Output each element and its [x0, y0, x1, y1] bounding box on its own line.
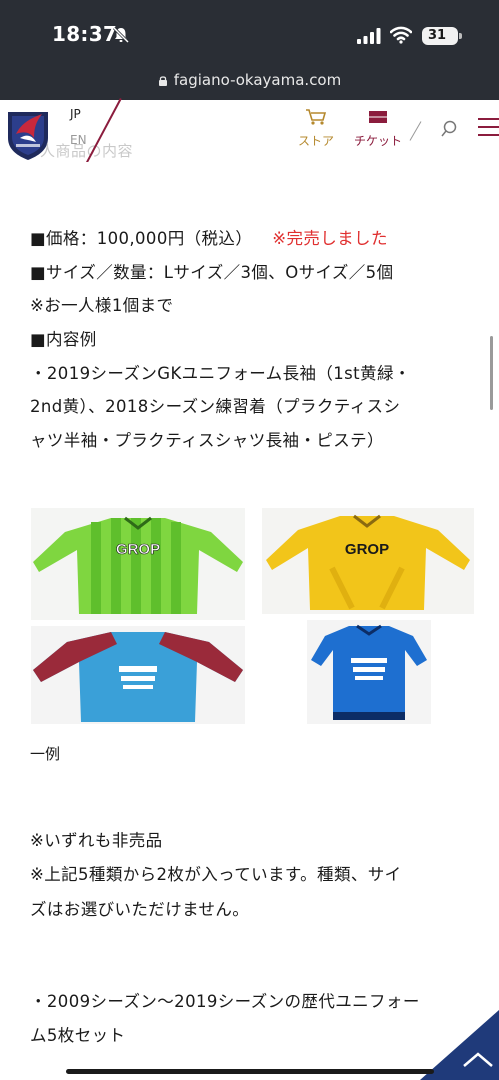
image-caption: 一例 [30, 745, 61, 763]
sold-out-notice: ※完売しました [272, 229, 388, 248]
lang-jp-link[interactable]: JP [70, 107, 81, 121]
nav-ticket-label: チケット [353, 134, 402, 148]
note-line: ※上記5種類から2枚が入っています。種類、サイ [30, 865, 402, 884]
contents-line: 2nd黄）、2018シーズン練習着（プラクティスシ [30, 397, 401, 416]
status-bar: 18:37 31 [0, 0, 499, 68]
hamburger-menu-icon[interactable] [478, 118, 499, 138]
sponsor-text: GROP [345, 541, 389, 558]
piste-image [307, 620, 431, 724]
bell-off-icon [112, 26, 130, 44]
lock-icon [158, 76, 167, 86]
price-text: ■価格：100,000円（税込） [30, 229, 253, 248]
url-bar[interactable]: fagiano-okayama.com [0, 66, 499, 94]
yellow-gk-shirt-image: GROP [262, 508, 474, 614]
search-icon[interactable] [440, 120, 458, 138]
cellular-signal-icon [357, 28, 381, 44]
wifi-icon [390, 26, 412, 44]
nav-store-label: ストア [297, 134, 334, 148]
nav-ticket[interactable]: チケット [350, 108, 406, 149]
cart-icon [306, 109, 327, 125]
url-text: fagiano-okayama.com [173, 71, 342, 89]
sponsor-text: GROP [116, 541, 160, 558]
price-line: ■価格：100,000円（税込） ※完売しました [30, 225, 388, 249]
nav-store[interactable]: ストア [295, 108, 337, 149]
green-gk-shirt-image: GROP [31, 508, 245, 620]
contents-line: ・2019シーズンGKユニフォーム長袖（1st黄緑・ [30, 364, 411, 383]
contents-heading: ■内容例 [30, 330, 97, 349]
set-line: ・2009シーズン～2019シーズンの歴代ユニフォー [30, 992, 420, 1011]
scrollbar-thumb[interactable] [490, 336, 493, 410]
battery-indicator: 31 [422, 27, 462, 45]
set-line: ム5枚セット [30, 1026, 126, 1045]
status-time: 18:37 [52, 22, 118, 46]
scrolled-heading-ghost: 人商品の内容 [40, 142, 134, 160]
note-line: ズはお選びいただけません。 [30, 900, 250, 919]
home-indicator[interactable] [66, 1069, 434, 1074]
battery-level: 31 [427, 28, 447, 43]
contents-line: ャツ半袖・プラクティスシャツ長袖・ピステ） [30, 431, 384, 450]
note-line: ※いずれも非売品 [30, 831, 163, 850]
limit-line: ※お一人様1個まで [30, 296, 174, 315]
practice-long-sleeve-image [31, 626, 245, 724]
browser-chrome: 18:37 31 fagiano-okayama.com [0, 0, 499, 100]
size-line: ■サイズ／数量：Lサイズ／3個、Oサイズ／5個 [30, 263, 394, 282]
ticket-icon [369, 111, 387, 123]
